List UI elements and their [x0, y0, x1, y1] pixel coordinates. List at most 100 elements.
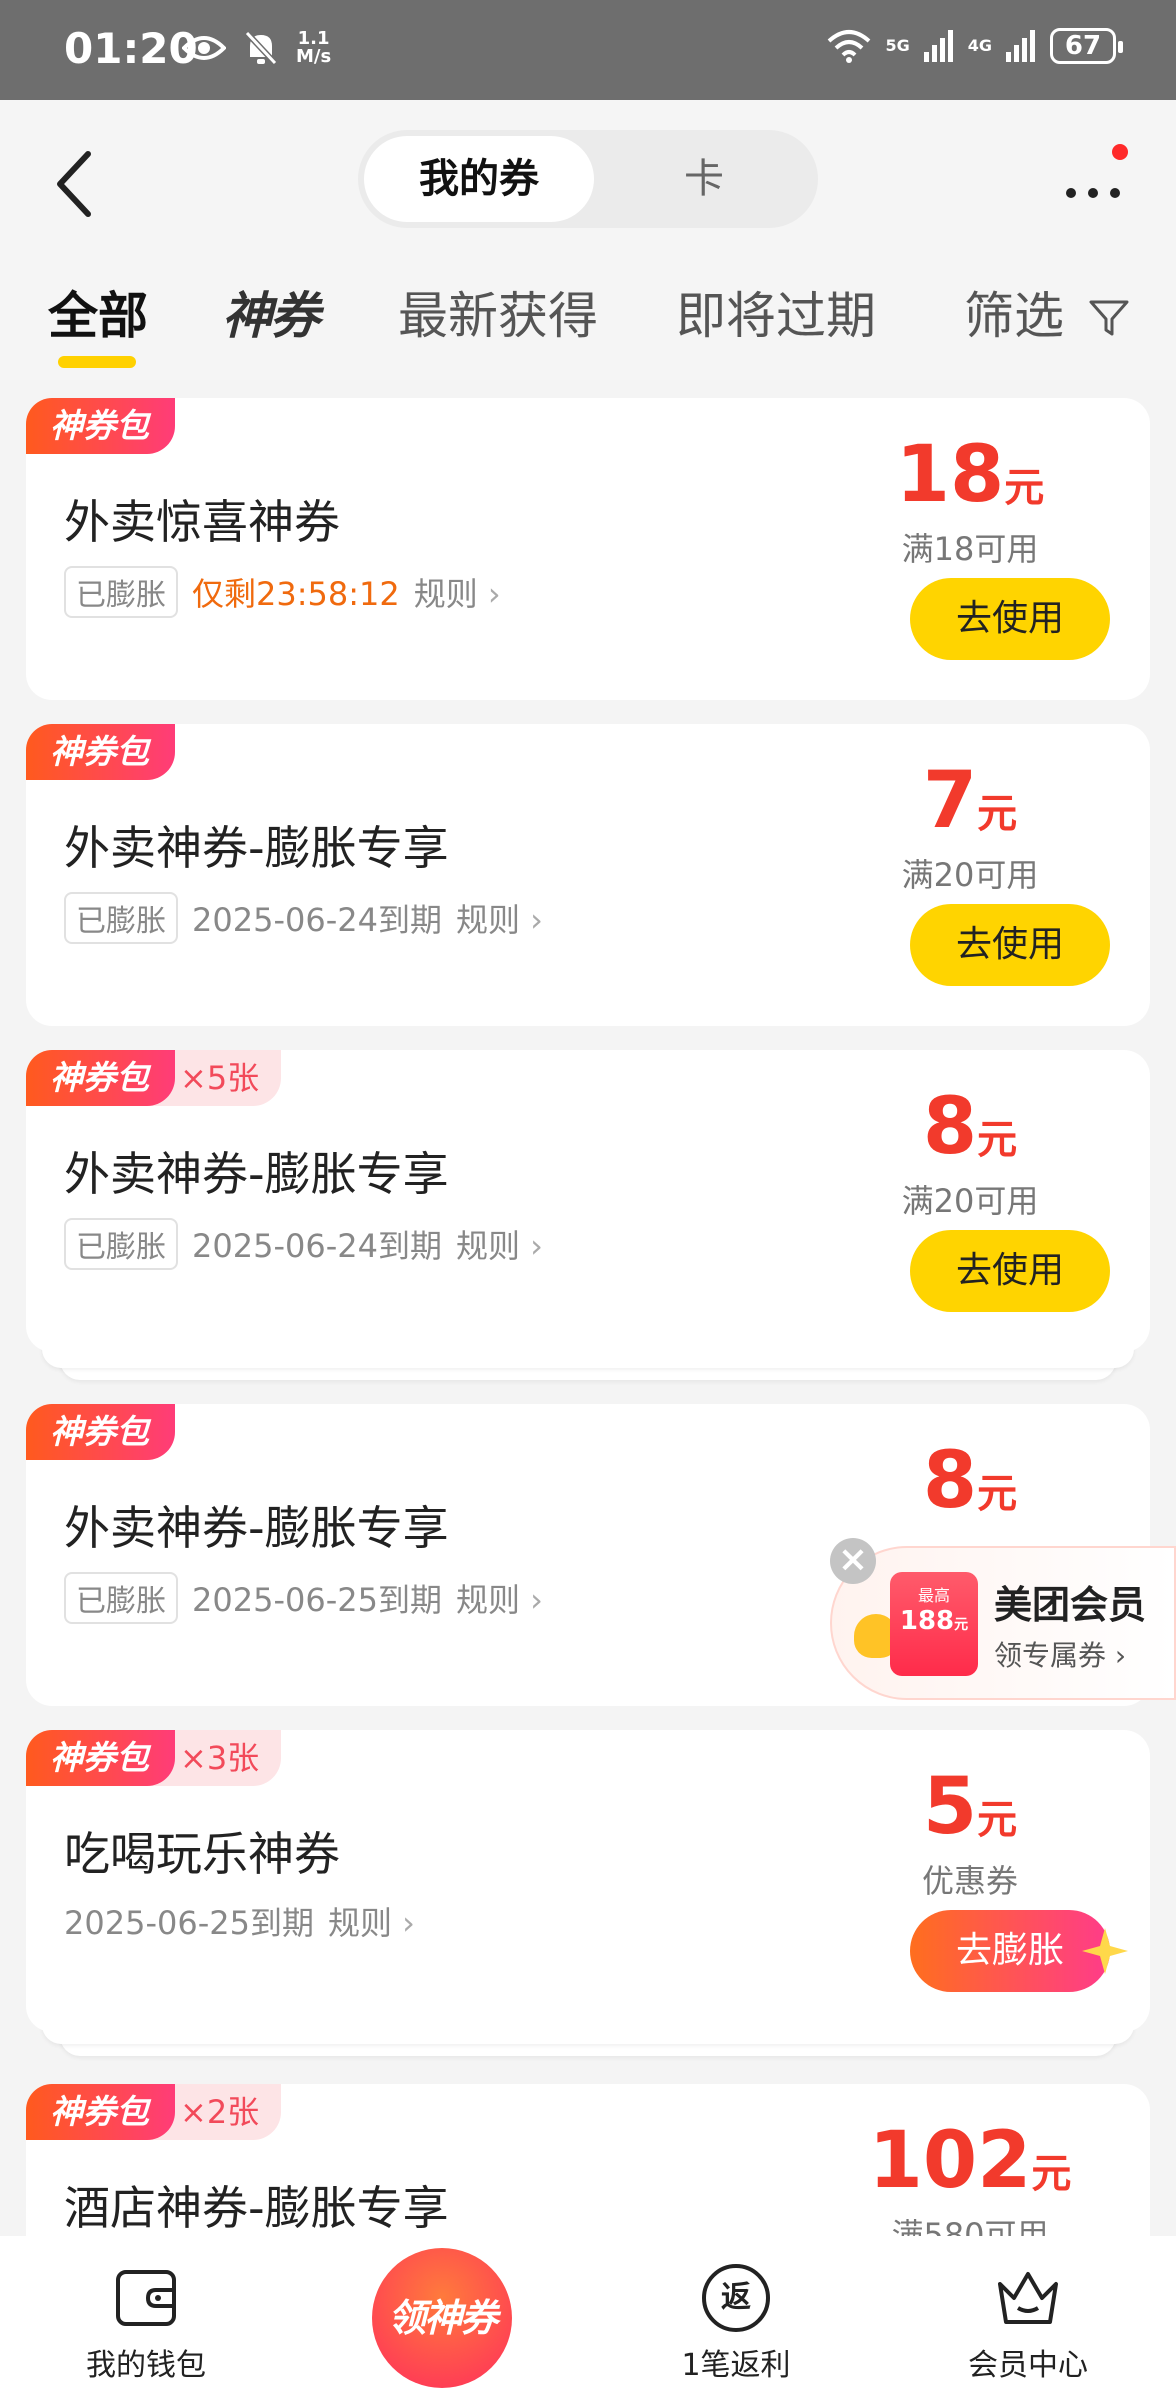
member-coupon-graphic: 最高 188元	[890, 1572, 978, 1676]
coupon-meta: 2025-06-25到期 规则 ›	[64, 1898, 415, 1944]
signal-5g: 5G	[885, 36, 910, 55]
amount-value: 102	[868, 2116, 1032, 2206]
coupon-meta: 已膨胀 2025-06-24到期 规则 ›	[64, 1218, 543, 1270]
rule-label: 规则	[455, 1581, 520, 1619]
nav-rebate[interactable]: 返 1笔返利	[636, 2264, 836, 2384]
eye-icon	[182, 36, 226, 60]
expiry-date: 2025-06-25到期	[192, 1581, 442, 1619]
member-promo-subtitle: 领专属券 ›	[994, 1634, 1126, 1674]
network-speed: 1.1 M/s	[296, 30, 331, 66]
inflated-tag: 已膨胀	[64, 892, 178, 944]
status-bar: 01:20 1.1 M/s 5G 4G 67	[0, 0, 1176, 100]
inflated-tag: 已膨胀	[64, 1218, 178, 1270]
coupon-condition: 满18可用	[901, 530, 1039, 568]
more-options-button[interactable]	[1060, 170, 1126, 210]
amount-unit: 元	[977, 1797, 1018, 1843]
segment-cards[interactable]: 卡	[594, 136, 814, 222]
coupon-amount: 8元	[850, 1082, 1090, 1172]
filter-funnel-icon	[1089, 300, 1129, 336]
rule-label: 规则	[455, 1227, 520, 1265]
amount-unit: 元	[1004, 465, 1045, 511]
amount-unit: 元	[977, 791, 1018, 837]
page-header: 我的券 卡 全部 神券 最新获得 即将过期 筛选	[0, 100, 1176, 380]
wifi-icon	[828, 30, 871, 63]
nav-get-coupons-button[interactable]: 领神券	[372, 2248, 512, 2388]
expiry-date: 2025-06-25到期	[64, 1904, 314, 1942]
coupon-card[interactable]: 神券包 外卖神券-膨胀专享 已膨胀 2025-06-24到期 规则 › 7元 满…	[26, 724, 1150, 1026]
coupon-pack-badge: 神券包	[26, 724, 175, 780]
tab-expiring[interactable]: 即将过期	[676, 276, 876, 356]
rule-label: 规则	[455, 901, 520, 939]
coupon-title: 吃喝玩乐神券	[64, 1827, 340, 1881]
speed-unit: M/s	[296, 46, 332, 67]
coupon-title: 外卖神券-膨胀专享	[64, 821, 449, 875]
wallet-icon	[116, 2270, 176, 2326]
countdown-text: 仅剩23:58:12	[192, 575, 400, 613]
tab-shenquan[interactable]: 神券	[222, 276, 320, 356]
close-float-button[interactable]: ×	[830, 1538, 876, 1584]
coupon-pack-badge: 神券包	[26, 2084, 175, 2140]
rule-link[interactable]: 规则 ›	[456, 1575, 543, 1621]
coupon-amount: 102元	[820, 2116, 1120, 2206]
net1-label: 5G	[885, 36, 910, 55]
status-time: 01:20	[64, 24, 198, 73]
chevron-right-icon: ›	[1114, 1639, 1127, 1672]
coupon-meta: 已膨胀 2025-06-24到期 规则 ›	[64, 892, 543, 944]
coupon-meta: 已膨胀 仅剩23:58:12 规则 ›	[64, 566, 501, 618]
nav-rebate-label: 1笔返利	[681, 2348, 791, 2383]
mute-bell-icon	[244, 30, 278, 66]
chevron-right-icon: ›	[530, 901, 543, 939]
coupon-value: 188元	[890, 1606, 978, 1636]
segment-my-coupons[interactable]: 我的券	[364, 136, 594, 222]
rule-link[interactable]: 规则 ›	[328, 1898, 415, 1944]
amount-value: 5	[922, 1762, 978, 1852]
status-left-icons: 1.1 M/s	[182, 30, 331, 66]
tab-active-indicator	[58, 356, 136, 368]
inflated-tag: 已膨胀	[64, 1572, 178, 1624]
use-coupon-button[interactable]: 去使用	[910, 904, 1110, 986]
tab-newest[interactable]: 最新获得	[398, 276, 598, 356]
coupon-card[interactable]: ×5张 神券包 外卖神券-膨胀专享 已膨胀 2025-06-24到期 规则 › …	[26, 1050, 1150, 1352]
filter-label: 筛选	[964, 287, 1064, 345]
rule-link[interactable]: 规则 ›	[414, 569, 501, 615]
nav-wallet[interactable]: 我的钱包	[46, 2264, 246, 2384]
back-arrow-icon[interactable]	[48, 146, 108, 222]
rule-link[interactable]: 规则 ›	[456, 895, 543, 941]
segment-control: 我的券 卡	[358, 130, 818, 228]
amount-unit: 元	[977, 1471, 1018, 1517]
coupon-value-number: 188	[899, 1606, 955, 1636]
sparkle-icon	[1082, 1928, 1128, 1974]
tab-filter[interactable]: 筛选	[964, 276, 1130, 356]
signal-bars-icon	[1006, 30, 1035, 62]
tab-all[interactable]: 全部	[48, 276, 148, 356]
use-coupon-button[interactable]: 去使用	[910, 1230, 1110, 1312]
expiry-date: 2025-06-24到期	[192, 901, 442, 939]
coupon-top-label: 最高	[917, 1586, 950, 1605]
signal-bars-icon	[923, 30, 953, 62]
expiry-date: 2025-06-24到期	[192, 1227, 442, 1265]
coupon-value-unit: 元	[954, 1617, 969, 1633]
coupon-title: 外卖神券-膨胀专享	[64, 1501, 449, 1555]
filter-tabs: 全部 神券 最新获得 即将过期 筛选	[0, 276, 1176, 376]
coupon-title: 酒店神券-膨胀专享	[64, 2181, 449, 2235]
coupon-condition: 满20可用	[901, 1182, 1039, 1220]
bottom-nav: 我的钱包 领神券 返 1笔返利 会员中心	[0, 2236, 1176, 2400]
rule-link[interactable]: 规则 ›	[456, 1221, 543, 1267]
chevron-right-icon: ›	[530, 1227, 543, 1265]
coupon-condition: 满20可用	[901, 856, 1039, 894]
amount-unit: 元	[977, 1117, 1018, 1163]
coupon-pack-badge: 神券包	[26, 1404, 175, 1460]
member-promo-subtitle-text: 领专属券	[994, 1639, 1107, 1672]
signal-4g: 4G	[968, 38, 992, 54]
more-dot	[1066, 188, 1076, 198]
coupon-card[interactable]: ×3张 神券包 吃喝玩乐神券 2025-06-25到期 规则 › 5元 优惠券 …	[26, 1730, 1150, 2032]
amount-value: 8	[922, 1436, 978, 1526]
coupon-card[interactable]: 神券包 外卖惊喜神券 已膨胀 仅剩23:58:12 规则 › 18元 满18可用…	[26, 398, 1150, 700]
notification-dot	[1112, 144, 1128, 160]
member-promo-title: 美团会员	[994, 1583, 1147, 1627]
nav-member-center[interactable]: 会员中心	[928, 2264, 1128, 2384]
coupon-meta: 已膨胀 2025-06-25到期 规则 ›	[64, 1572, 543, 1624]
coupon-condition: 优惠券	[921, 1862, 1018, 1900]
more-dot	[1088, 188, 1098, 198]
use-coupon-button[interactable]: 去使用	[910, 578, 1110, 660]
